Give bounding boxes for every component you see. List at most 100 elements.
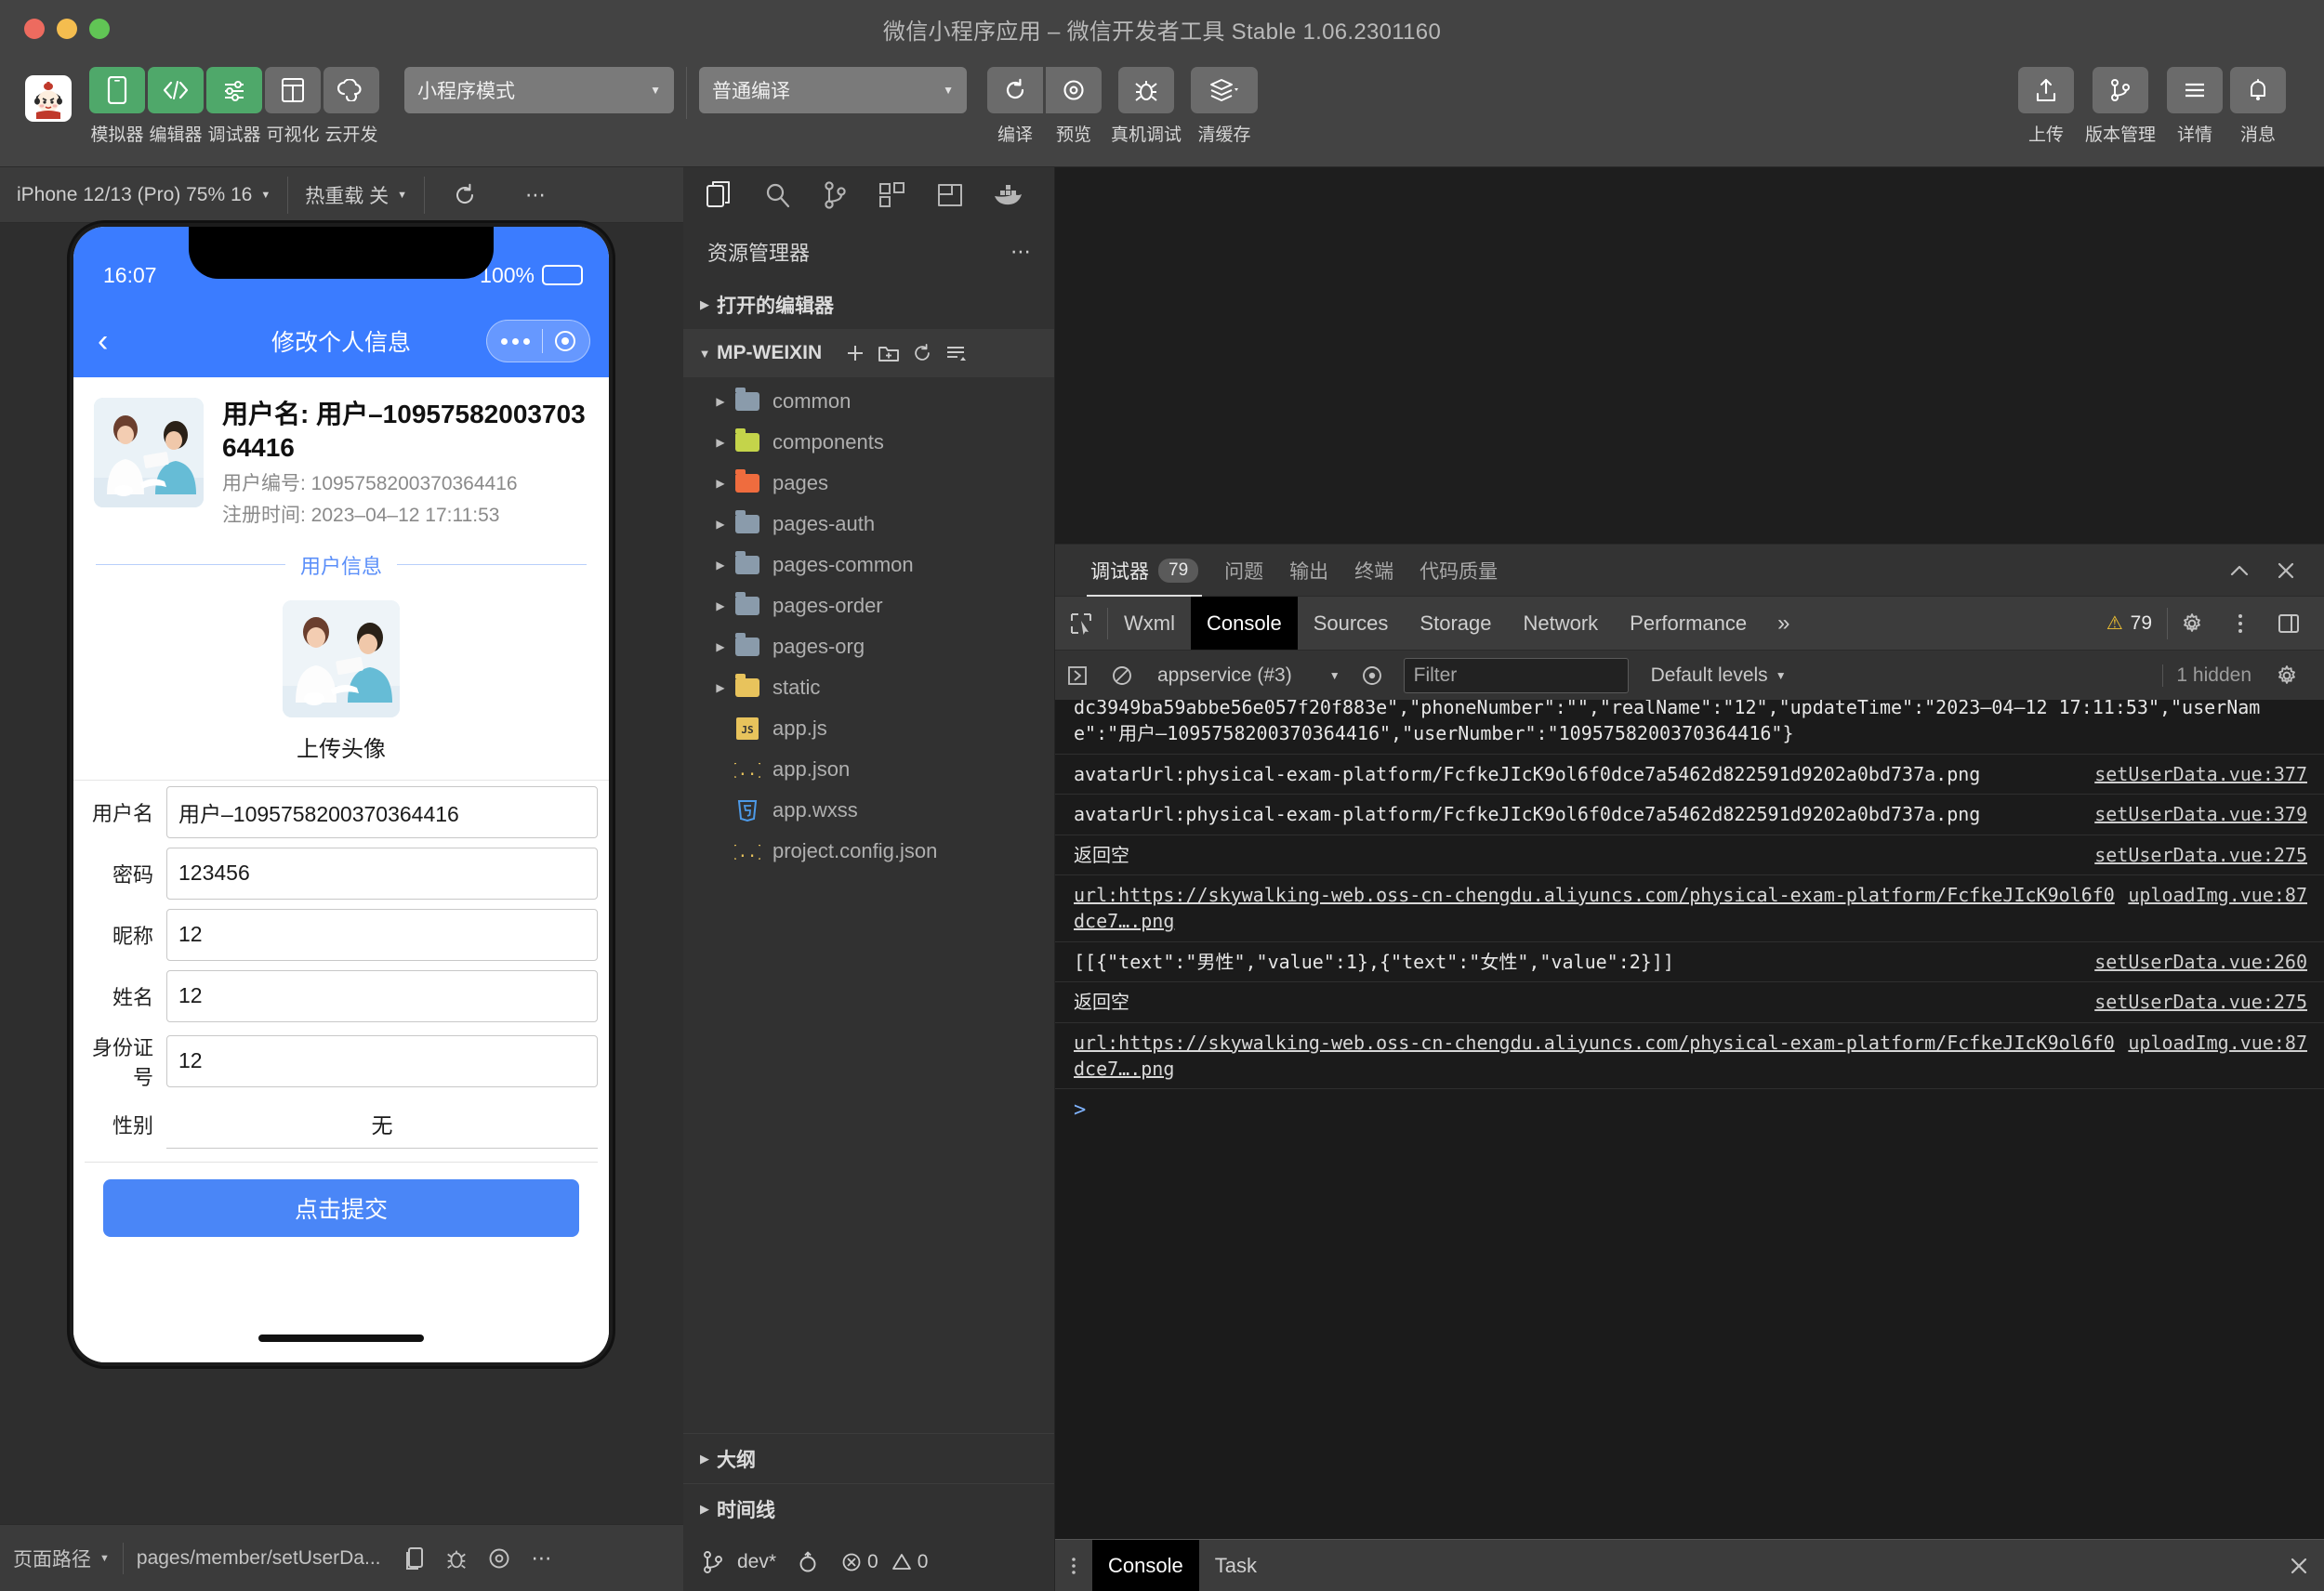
toolbar-item-device-debug[interactable]: 真机调试 [1109, 67, 1183, 146]
tab-debugger[interactable]: 调试器 79 [1077, 545, 1211, 597]
tree-item-pages[interactable]: ▶ pages [683, 463, 1054, 504]
tab-wxml[interactable]: Wxml [1108, 597, 1191, 651]
settings-gear-icon[interactable] [2265, 651, 2309, 701]
tree-item-common[interactable]: ▶ common [683, 381, 1054, 422]
tab-console[interactable]: Console [1190, 596, 1298, 651]
console-message[interactable]: url:https://skywalking-web.oss-cn-chengd… [1074, 882, 2115, 935]
device-select[interactable]: iPhone 12/13 (Pro) 75% 16 ▼ [0, 167, 287, 222]
tree-item-app-js[interactable]: JS app.js [683, 708, 1054, 749]
hot-reload-select[interactable]: 热重载 关 ▼ [288, 167, 424, 222]
tree-item-components[interactable]: ▶ components [683, 422, 1054, 463]
inspect-eye-button[interactable] [478, 1546, 521, 1571]
submit-button[interactable]: 点击提交 [103, 1178, 579, 1237]
console-line[interactable]: 返回空 setUserData.vue:275 [1055, 835, 2324, 875]
tree-item-app-wxss[interactable]: app.wxss [683, 790, 1054, 831]
search-icon[interactable] [748, 167, 806, 223]
tab-storage[interactable]: Storage [1404, 597, 1507, 651]
split-editor-icon[interactable] [921, 167, 979, 223]
page-path-select[interactable]: 页面路径 ▼ [0, 1545, 123, 1572]
console-line[interactable]: url:https://skywalking-web.oss-cn-chengd… [1055, 875, 2324, 942]
console-prompt[interactable]: > [1055, 1089, 2324, 1131]
settings-gear-icon[interactable] [2168, 597, 2216, 651]
clear-console-icon[interactable] [1100, 651, 1144, 701]
tree-item-static[interactable]: ▶ static [683, 667, 1054, 708]
console-filter-input[interactable]: Filter [1403, 657, 1629, 693]
docker-icon[interactable] [979, 167, 1037, 223]
tab-network[interactable]: Network [1507, 597, 1614, 651]
toolbar-item-debugger[interactable]: 调试器 [206, 67, 262, 146]
console-line[interactable]: 返回空 setUserData.vue:275 [1055, 982, 2324, 1023]
refresh-icon[interactable] [905, 336, 939, 370]
console-message[interactable]: url:https://skywalking-web.oss-cn-chengd… [1074, 1030, 2115, 1083]
drawer-tab-task[interactable]: Task [1199, 1540, 1273, 1591]
idcard-input[interactable]: 12 [166, 1034, 598, 1087]
drawer-tab-console[interactable]: Console [1092, 1539, 1199, 1591]
explorer-more-button[interactable]: ⋯ [1010, 240, 1034, 264]
tree-item-project-config-json[interactable]: {..} project.config.json [683, 831, 1054, 872]
sync-icon[interactable] [797, 1551, 819, 1573]
console-output[interactable]: dc3949ba59abbe56e057f20f883e","phoneNumb… [1055, 700, 2324, 1539]
toolbar-item-preview[interactable]: 预览 [1046, 67, 1102, 146]
console-line[interactable]: avatarUrl:physical-exam-platform/FcfkeJI… [1055, 755, 2324, 796]
tree-item-pages-common[interactable]: ▶ pages-common [683, 545, 1054, 585]
chevron-double-right-icon[interactable]: » [1763, 611, 1804, 637]
wechat-capsule-button[interactable] [486, 320, 590, 362]
compile-select[interactable]: 普通编译 ▼ [699, 67, 967, 113]
git-branch-icon[interactable] [702, 1550, 724, 1574]
element-picker-button[interactable] [1055, 597, 1107, 651]
new-folder-icon[interactable] [872, 336, 905, 370]
outline-section[interactable]: ▶ 大纲 [683, 1433, 1054, 1483]
console-source-link[interactable]: uploadImg.vue:87 [2128, 1030, 2307, 1056]
console-source-link[interactable]: setUserData.vue:275 [2094, 989, 2307, 1015]
password-input[interactable]: 123456 [166, 847, 598, 900]
page-path-value[interactable]: pages/member/setUserDa... [124, 1547, 394, 1570]
error-count-status[interactable]: 0 [841, 1551, 878, 1573]
dock-side-icon[interactable] [2265, 597, 2313, 651]
extensions-icon[interactable] [864, 167, 921, 223]
project-section-header[interactable]: ▼ MP-WEIXIN [683, 329, 1054, 377]
toolbar-item-messages[interactable]: 消息 [2230, 67, 2286, 146]
timeline-section[interactable]: ▶ 时间线 [683, 1483, 1054, 1533]
git-branch-name[interactable]: dev* [737, 1551, 776, 1573]
tab-code-quality[interactable]: 代码质量 [1406, 545, 1511, 597]
console-source-link[interactable]: uploadImg.vue:87 [2128, 882, 2307, 908]
tree-item-app-json[interactable]: {..} app.json [683, 749, 1054, 790]
console-line[interactable]: [[{"text":"男性","value":1},{"text":"女性","… [1055, 942, 2324, 983]
status-more-button[interactable]: ⋯ [521, 1546, 566, 1571]
toolbar-item-simulator[interactable]: 模拟器 [89, 67, 145, 146]
tab-sources[interactable]: Sources [1298, 597, 1405, 651]
editor-area[interactable] [1055, 167, 2324, 544]
username-input[interactable]: 用户–1095758200370364416 [166, 785, 598, 838]
hidden-messages-count[interactable]: 1 hidden [2162, 664, 2265, 687]
tree-item-pages-org[interactable]: ▶ pages-org [683, 626, 1054, 667]
tree-item-pages-order[interactable]: ▶ pages-order [683, 585, 1054, 626]
toolbar-item-compile[interactable]: 编译 [987, 67, 1043, 146]
simulator-refresh-button[interactable] [425, 167, 505, 222]
tab-performance[interactable]: Performance [1614, 597, 1763, 651]
collapse-all-icon[interactable] [939, 336, 972, 370]
drawer-close-button[interactable] [2274, 1540, 2324, 1591]
warning-status[interactable]: ⚠ 79 [2092, 611, 2167, 635]
simulator-more-button[interactable]: ⋯ [505, 167, 569, 222]
nickname-input[interactable]: 12 [166, 908, 598, 961]
toolbar-item-visualization[interactable]: 可视化 [265, 67, 321, 146]
toolbar-item-upload[interactable]: 上传 [2018, 67, 2074, 146]
console-context-select[interactable]: appservice (#3) ▼ [1144, 664, 1350, 687]
console-line[interactable]: url:https://skywalking-web.oss-cn-chengd… [1055, 1023, 2324, 1090]
tab-problems[interactable]: 问题 [1211, 545, 1276, 597]
source-control-icon[interactable] [806, 167, 864, 223]
open-editors-section[interactable]: ▶ 打开的编辑器 [683, 281, 1054, 329]
toolbar-item-editor[interactable]: 编辑器 [148, 67, 204, 146]
toolbar-item-details[interactable]: 详情 [2167, 67, 2223, 146]
console-source-link[interactable]: setUserData.vue:275 [2094, 842, 2307, 868]
live-expression-icon[interactable] [1350, 651, 1394, 701]
avatar-upload-block[interactable]: 上传头像 [73, 589, 609, 781]
tab-terminal[interactable]: 终端 [1341, 545, 1406, 597]
execute-icon[interactable] [1055, 651, 1100, 701]
console-source-link[interactable]: setUserData.vue:377 [2094, 761, 2307, 787]
gender-picker[interactable]: 无 [166, 1100, 598, 1149]
console-levels-select[interactable]: Default levels ▼ [1638, 664, 1800, 687]
new-file-icon[interactable] [838, 336, 872, 370]
console-source-link[interactable]: setUserData.vue:379 [2094, 801, 2307, 827]
collapse-panel-button[interactable] [2216, 545, 2263, 597]
